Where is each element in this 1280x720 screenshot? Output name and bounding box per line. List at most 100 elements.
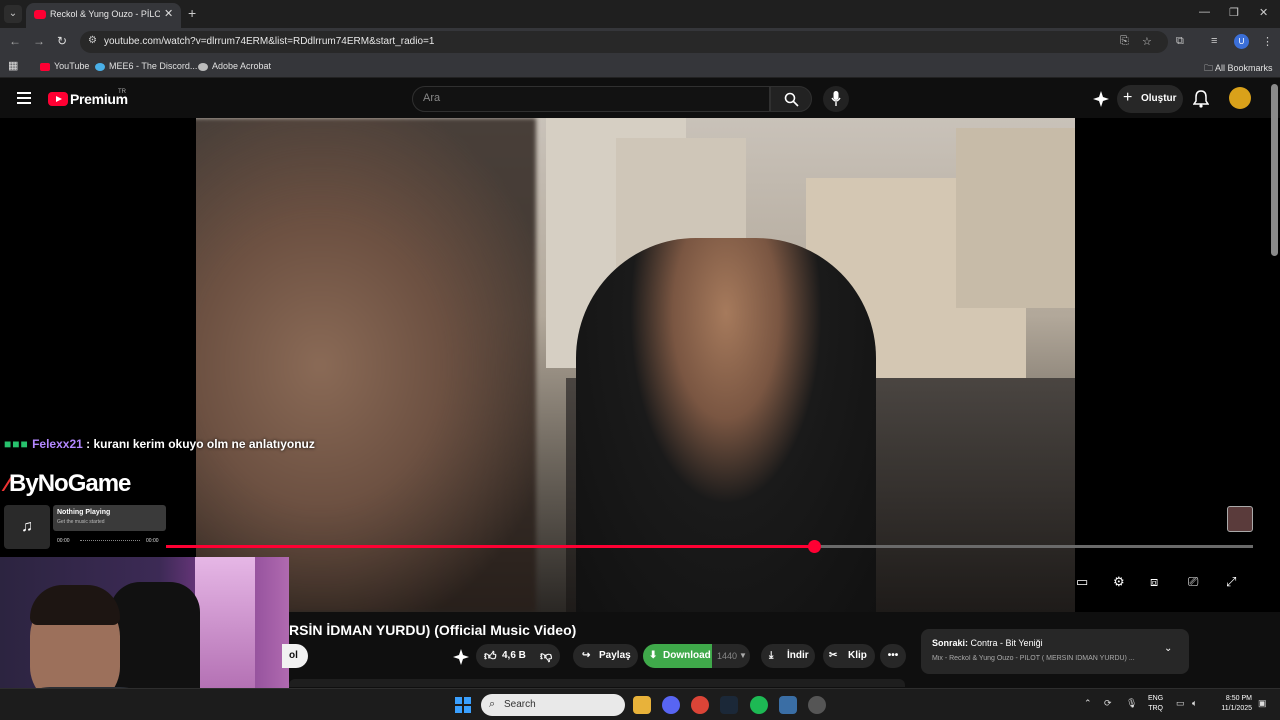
file-explorer-icon[interactable]: [633, 696, 651, 714]
download-button[interactable]: ⬇ Download 1440 ▼: [643, 644, 750, 668]
gemini-spark-icon[interactable]: [1093, 91, 1109, 107]
search-box[interactable]: [412, 86, 770, 112]
more-actions-button[interactable]: •••: [880, 644, 906, 668]
indir-button[interactable]: ⤓ İndir: [761, 644, 815, 668]
cast-icon[interactable]: ⎚: [1188, 574, 1198, 590]
like-count[interactable]: 4,6 B: [502, 644, 526, 668]
sync-icon[interactable]: ⟳: [1104, 698, 1112, 709]
notification-center-icon[interactable]: ▣: [1258, 698, 1267, 709]
miniplayer-icon[interactable]: ⧈: [1150, 574, 1158, 590]
bookmark-star-icon[interactable]: ☆: [1142, 35, 1152, 48]
region-code: TR: [118, 89, 126, 95]
youtube-icon: [40, 62, 50, 71]
youtube-header: Premium TR + Oluştur: [0, 80, 1280, 118]
globe-icon: [198, 62, 208, 71]
windows-taskbar: ⌕ Search ⌃ ⟳ 🎙︎ ENG TRQ ▭ 🔈︎ 8:50 PM 11/1/…: [0, 688, 1280, 720]
chat-username: Felexx21: [32, 437, 83, 451]
spotify-icon[interactable]: [750, 696, 768, 714]
search-icon: [784, 92, 799, 107]
plus-icon: +: [1123, 89, 1133, 106]
create-label: Oluştur: [1141, 93, 1177, 104]
youtube-logo-icon[interactable]: [48, 92, 68, 106]
apps-grid-icon[interactable]: ▦: [8, 59, 18, 72]
subtitles-icon[interactable]: ▭: [1076, 574, 1088, 590]
chat-text: : kuranı kerim okuyo olm ne anlatıyonuz: [86, 437, 315, 451]
up-next-panel[interactable]: Sonraki: Contra - Bit Yeniği Mix - Recko…: [921, 629, 1189, 674]
video-frame[interactable]: [196, 118, 1075, 612]
system-clock[interactable]: 8:50 PM 11/1/2025: [1212, 694, 1252, 714]
site-info-icon[interactable]: ⚙: [88, 35, 97, 46]
media-control-icon[interactable]: ≡: [1211, 35, 1217, 47]
ask-spark-icon[interactable]: [453, 649, 469, 665]
back-icon[interactable]: ←: [9, 34, 21, 48]
scrubber-knob[interactable]: [807, 540, 821, 553]
restore-icon[interactable]: ❐: [1229, 6, 1239, 19]
app-icon[interactable]: [779, 696, 797, 714]
indir-label: İndir: [787, 650, 809, 661]
like-thumb-icon[interactable]: 👍︎: [484, 644, 497, 668]
install-app-icon[interactable]: ⎘: [1120, 35, 1129, 48]
voice-search-button[interactable]: [823, 86, 849, 112]
hamburger-menu-icon[interactable]: [17, 92, 31, 104]
like-dislike-group: 👍︎ 4,6 B 👎︎: [476, 644, 560, 668]
network-icon[interactable]: ▭: [1176, 698, 1185, 709]
up-next-mix: Mix - Reckol & Yung Ouzo - PİLOT ( MERSİ…: [932, 655, 1135, 662]
tab-title: Reckol & Yung Ouzo - PİLOT ( M: [50, 9, 160, 19]
tray-chevron-up-icon[interactable]: ⌃: [1084, 698, 1092, 709]
dislike-thumb-icon[interactable]: 👎︎: [540, 644, 552, 668]
obs-icon[interactable]: [808, 696, 826, 714]
minimize-icon[interactable]: —: [1199, 6, 1210, 18]
reload-icon[interactable]: ↻: [57, 34, 67, 48]
tab-search-button[interactable]: ⌄: [4, 5, 22, 23]
clip-button[interactable]: ✂ Klip: [823, 644, 875, 668]
chrome-icon[interactable]: [691, 696, 709, 714]
steam-icon[interactable]: [720, 696, 738, 714]
player-letterbox-right: [1075, 118, 1280, 612]
browser-toolbar: ← → ↻ ⚙ youtube.com/watch?v=dlrrum74ERM&…: [0, 28, 1280, 56]
settings-gear-icon[interactable]: ⚙: [1113, 574, 1125, 590]
now-playing-panel: Nothing Playing Get the music started: [53, 505, 166, 531]
now-playing-bar: [80, 540, 140, 542]
microphone-tray-icon[interactable]: 🎙︎: [1126, 698, 1137, 709]
chevron-down-icon[interactable]: ⌄: [1164, 643, 1172, 654]
download-green-section[interactable]: ⬇ Download: [643, 644, 712, 668]
chrome-menu-icon[interactable]: ⋮: [1262, 35, 1273, 48]
windows-start-icon[interactable]: [455, 697, 471, 713]
now-playing-time-start: 00:00: [57, 538, 70, 544]
fullscreen-icon[interactable]: ⤢: [1226, 574, 1236, 590]
bookmark-youtube[interactable]: YouTube: [40, 61, 89, 71]
chevron-down-icon[interactable]: ▼: [739, 644, 747, 668]
download-icon: ⤓: [769, 650, 774, 661]
search-button[interactable]: [770, 86, 812, 112]
url-text[interactable]: youtube.com/watch?v=dlrrum74ERM&list=RDd…: [104, 36, 434, 47]
language-indicator[interactable]: ENG TRQ: [1148, 694, 1163, 714]
webcam-hair: [30, 585, 120, 625]
folder-icon: 🗀: [1204, 63, 1216, 73]
notifications-bell-icon[interactable]: [1193, 90, 1209, 108]
channel-watermark[interactable]: [1227, 506, 1253, 532]
profile-avatar[interactable]: U: [1234, 34, 1249, 49]
tab-close-icon[interactable]: ✕: [164, 7, 173, 20]
bookmark-mee6[interactable]: MEE6 - The Discord...: [95, 61, 197, 71]
browser-tab-strip: ⌄ Reckol & Yung Ouzo - PİLOT ( M ✕ + — ❐…: [0, 0, 1280, 28]
window-close-icon[interactable]: ✕: [1259, 6, 1268, 19]
stream-chat-message: ■■■ Felexx21 : kuranı kerim okuyo olm ne…: [4, 437, 315, 451]
bookmark-adobe-acrobat[interactable]: Adobe Acrobat: [198, 61, 271, 71]
all-bookmarks-folder[interactable]: 🗀 All Bookmarks: [1204, 61, 1273, 77]
new-tab-button[interactable]: +: [188, 5, 196, 21]
volume-icon[interactable]: 🔈︎: [1192, 698, 1197, 709]
video-title: RSİN İDMAN YURDU) (Official Music Video): [289, 622, 577, 638]
share-button[interactable]: ↪ Paylaş: [573, 644, 638, 668]
page-scrollbar[interactable]: [1271, 84, 1278, 256]
up-next-label: Sonraki: Contra - Bit Yeniği: [932, 638, 1043, 648]
search-input[interactable]: [423, 92, 753, 104]
create-button[interactable]: + Oluştur: [1117, 85, 1183, 113]
taskbar-search[interactable]: ⌕ Search: [481, 694, 625, 716]
extensions-icon[interactable]: ⧉: [1176, 35, 1184, 48]
discord-icon[interactable]: [662, 696, 680, 714]
forward-icon[interactable]: →: [33, 34, 45, 48]
browser-tab-active[interactable]: Reckol & Yung Ouzo - PİLOT ( M ✕: [26, 3, 181, 28]
subscribe-button[interactable]: ol: [282, 644, 308, 668]
account-avatar[interactable]: [1229, 87, 1251, 109]
address-bar[interactable]: ⚙ youtube.com/watch?v=dlrrum74ERM&list=R…: [80, 31, 1168, 53]
